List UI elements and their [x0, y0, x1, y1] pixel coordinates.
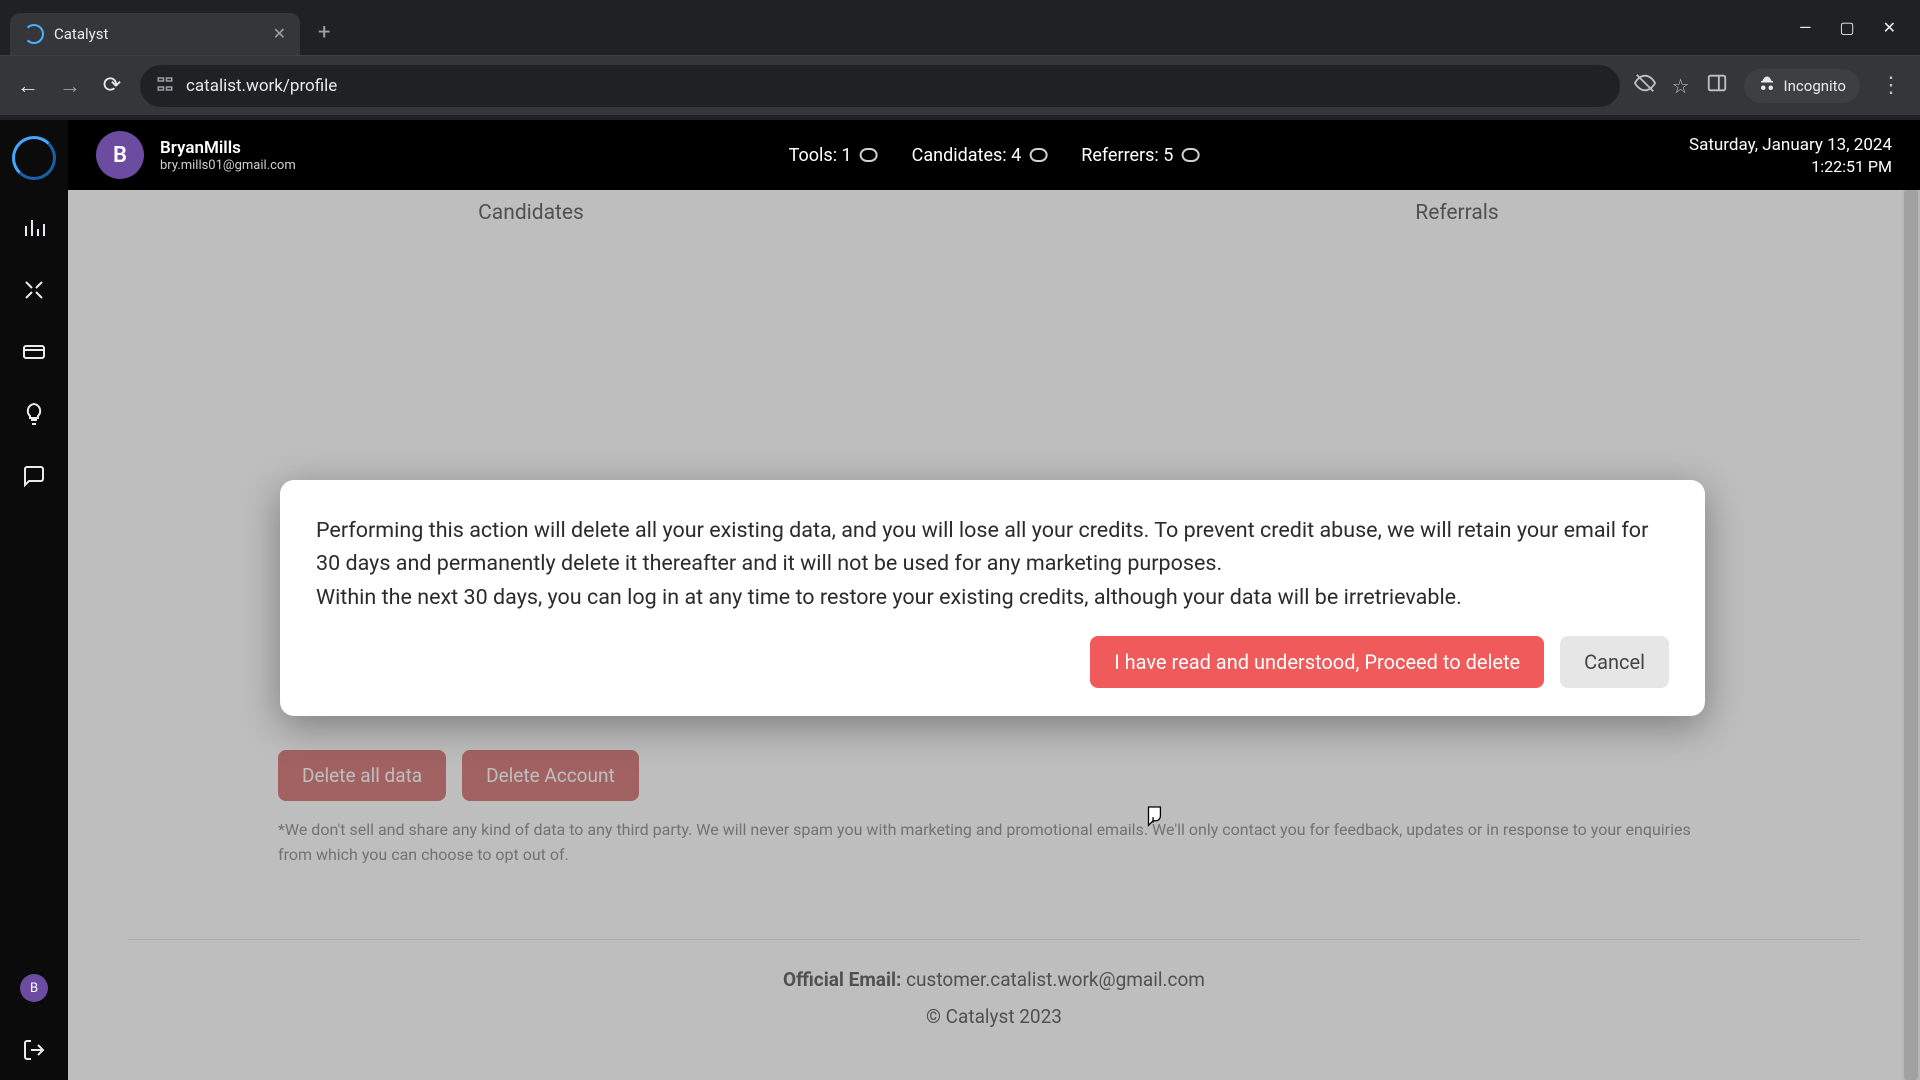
incognito-icon	[1758, 75, 1776, 97]
coin-icon	[1029, 148, 1047, 162]
app-logo-icon[interactable]	[12, 136, 56, 180]
coin-icon	[860, 148, 878, 162]
nav-tools-icon[interactable]	[20, 276, 48, 304]
nav-analytics-icon[interactable]	[20, 214, 48, 242]
modal-paragraph-2: Within the next 30 days, you can log in …	[316, 581, 1669, 614]
modal-paragraph-1: Performing this action will delete all y…	[316, 514, 1669, 581]
close-tab-icon[interactable]: ✕	[273, 24, 286, 43]
sidebar-rail: B	[0, 120, 68, 1080]
side-panel-icon[interactable]	[1706, 72, 1728, 99]
url-bar-row: ← → ⟳ catalist.work/profile ☆ Incognito	[0, 55, 1920, 115]
eye-off-icon[interactable]	[1634, 72, 1656, 99]
back-button[interactable]: ←	[14, 73, 42, 99]
nav-chat-icon[interactable]	[20, 462, 48, 490]
browser-right-icons: ☆ Incognito ⋮	[1634, 69, 1906, 103]
header-stats: Tools: 1 Candidates: 4 Referrers: 5	[789, 145, 1200, 166]
user-name: BryanMills	[160, 138, 296, 158]
tab-title: Catalyst	[54, 25, 263, 43]
nav-logout-icon[interactable]	[20, 1036, 48, 1064]
avatar-initial: B	[113, 143, 127, 168]
nav-ideas-icon[interactable]	[20, 400, 48, 428]
minimize-icon[interactable]: ―	[1799, 18, 1812, 37]
header-datetime: Saturday, January 13, 2024 1:22:51 PM	[1689, 135, 1892, 176]
new-tab-button[interactable]: +	[308, 16, 340, 49]
reload-button[interactable]: ⟳	[98, 73, 126, 98]
header-user-block[interactable]: B BryanMills bry.mills01@gmail.com	[96, 131, 296, 179]
stat-referrers-label: Referrers: 5	[1081, 145, 1173, 166]
tab-bar: Catalyst ✕ + ― ▢ ✕	[0, 0, 1920, 55]
incognito-chip[interactable]: Incognito	[1744, 69, 1860, 103]
tab-favicon-icon	[24, 24, 44, 44]
confirm-delete-modal: Performing this action will delete all y…	[280, 480, 1705, 716]
cancel-button[interactable]: Cancel	[1560, 636, 1669, 688]
user-avatar: B	[96, 131, 144, 179]
user-meta: BryanMills bry.mills01@gmail.com	[160, 138, 296, 173]
rail-user-avatar[interactable]: B	[20, 974, 48, 1002]
address-bar[interactable]: catalist.work/profile	[140, 65, 1620, 107]
browser-tab[interactable]: Catalyst ✕	[10, 13, 300, 55]
bookmark-star-icon[interactable]: ☆	[1672, 74, 1690, 98]
rail-avatar-initial: B	[30, 981, 38, 996]
browser-chrome: Catalyst ✕ + ― ▢ ✕ ← → ⟳ catalist.work/p…	[0, 0, 1920, 120]
browser-menu-icon[interactable]: ⋮	[1876, 73, 1906, 98]
header-time: 1:22:51 PM	[1689, 157, 1892, 176]
maximize-icon[interactable]: ▢	[1839, 18, 1854, 37]
proceed-delete-button[interactable]: I have read and understood, Proceed to d…	[1090, 636, 1544, 688]
incognito-label: Incognito	[1784, 77, 1846, 95]
app-root: B B BryanMills bry.mills01@gmail.com Too…	[0, 120, 1920, 1080]
stat-tools: Tools: 1	[789, 145, 878, 166]
stat-candidates-label: Candidates: 4	[912, 145, 1022, 166]
stat-tools-label: Tools: 1	[789, 145, 852, 166]
stat-candidates: Candidates: 4	[912, 145, 1048, 166]
app-header: B BryanMills bry.mills01@gmail.com Tools…	[68, 120, 1920, 190]
modal-actions: I have read and understood, Proceed to d…	[316, 636, 1669, 688]
header-date: Saturday, January 13, 2024	[1689, 135, 1892, 155]
window-controls: ― ▢ ✕	[1799, 18, 1910, 37]
close-window-icon[interactable]: ✕	[1883, 18, 1896, 37]
site-settings-icon[interactable]	[156, 75, 174, 97]
forward-button[interactable]: →	[56, 73, 84, 99]
stat-referrers: Referrers: 5	[1081, 145, 1199, 166]
url-text: catalist.work/profile	[186, 76, 337, 96]
nav-billing-icon[interactable]	[20, 338, 48, 366]
user-email: bry.mills01@gmail.com	[160, 158, 296, 173]
coin-icon	[1181, 148, 1199, 162]
